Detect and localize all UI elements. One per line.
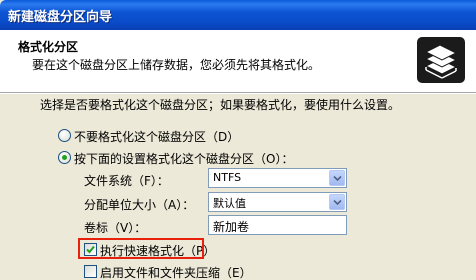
allocation-unit-dropdown[interactable]: 默认值 [208,192,347,212]
format-partition-wizard-window: 新建磁盘分区向导 格式化分区 要在这个磁盘分区上储存数据，您必须先将其格式化。 … [0,0,476,280]
chevron-down-icon[interactable] [329,170,345,186]
compression-option[interactable]: 启用文件和文件夹压缩（E） [84,264,264,280]
radio-label-do-not-format: 不要格式化这个磁盘分区（D） [74,130,240,144]
filesystem-dropdown[interactable]: NTFS [208,168,347,188]
radio-format-with-settings[interactable]: 按下面的设置格式化这个磁盘分区（O）： [58,150,298,166]
highlight-box [78,238,204,259]
radio-label-format-with-settings: 按下面的设置格式化这个磁盘分区（O）： [74,152,294,166]
title-bar[interactable]: 新建磁盘分区向导 [0,0,476,30]
radio-do-not-format[interactable]: 不要格式化这个磁盘分区（D） [58,128,258,144]
header-divider [0,93,476,94]
radio-button-do-not-format[interactable] [58,129,71,142]
compression-checkbox[interactable] [84,265,97,278]
filesystem-label: 文件系统（F）： [84,174,169,188]
volume-label-input[interactable]: 新加卷 [208,215,347,235]
chevron-down-icon[interactable] [329,194,345,210]
disk-stack-icon [416,36,466,84]
volume-label-value: 新加卷 [213,220,250,234]
instruction-text: 选择是否要格式化这个磁盘分区；如果要格式化，要使用什么设置。 [40,98,401,112]
window-title: 新建磁盘分区向导 [8,10,113,25]
compression-label: 启用文件和文件夹压缩（E） [100,266,252,280]
wizard-header: 格式化分区 要在这个磁盘分区上储存数据，您必须先将其格式化。 [0,30,476,93]
header-subtitle: 要在这个磁盘分区上储存数据，您必须先将其格式化。 [32,58,321,72]
header-title: 格式化分区 [18,40,79,54]
radio-button-format-with-settings[interactable] [58,151,71,164]
allocation-unit-value: 默认值 [213,197,246,210]
filesystem-value: NTFS [213,171,242,184]
volume-label-label: 卷标（V）： [84,221,147,235]
allocation-unit-label: 分配单位大小（A）： [84,198,195,212]
